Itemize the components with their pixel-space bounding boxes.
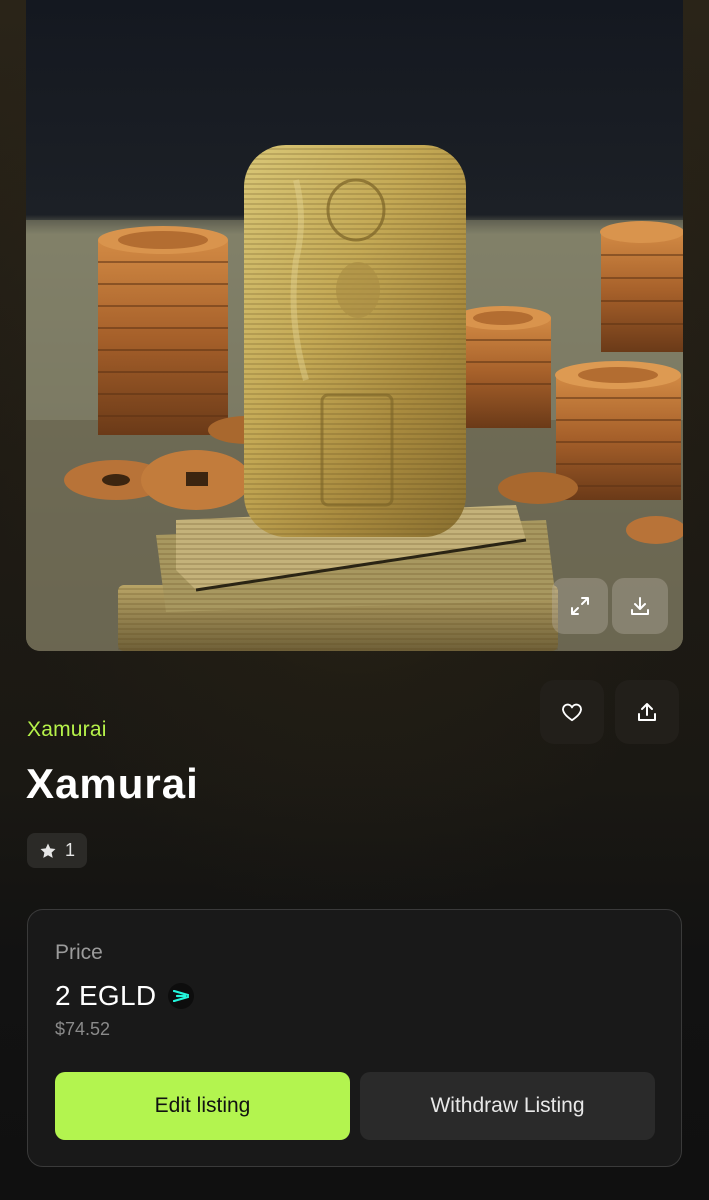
star-icon	[40, 843, 56, 858]
favorites-count: 1	[65, 840, 76, 860]
price-card: Price 2 EGLD $74.52 Edit listing Withdra…	[27, 909, 682, 1167]
price-amount: 2 EGLD	[55, 980, 157, 1011]
egld-icon	[168, 983, 195, 1009]
expand-button[interactable]	[552, 578, 608, 634]
favorites-count-badge: 1	[27, 833, 88, 868]
edit-listing-button[interactable]: Edit listing	[55, 1072, 350, 1140]
share-icon	[638, 703, 656, 721]
download-button[interactable]	[612, 578, 668, 634]
nft-image[interactable]	[26, 0, 683, 651]
withdraw-listing-button[interactable]: Withdraw Listing	[360, 1072, 655, 1140]
nft-artwork	[26, 0, 683, 651]
price-label: Price	[55, 941, 103, 964]
share-button[interactable]	[615, 680, 679, 744]
favorite-button[interactable]	[540, 680, 604, 744]
nft-title: Xamurai	[26, 760, 199, 807]
heart-icon	[562, 703, 582, 722]
download-icon	[631, 597, 649, 615]
expand-icon	[571, 597, 589, 615]
collection-link[interactable]: Xamurai	[27, 718, 107, 742]
price-row: 2 EGLD	[55, 980, 195, 1012]
price-usd: $74.52	[55, 1019, 111, 1039]
